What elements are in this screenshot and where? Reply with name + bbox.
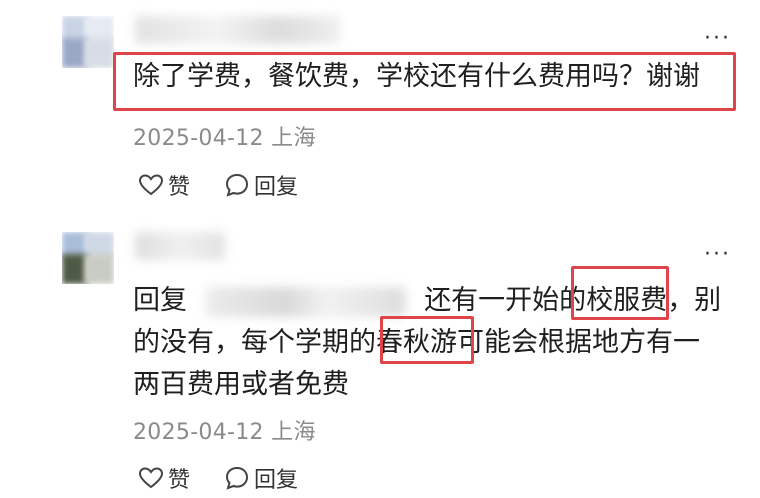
reply-label: 回复 [254, 175, 299, 200]
reply-button[interactable]: 回复 [224, 169, 298, 201]
like-button[interactable]: 赞 [138, 462, 190, 494]
speech-bubble-icon [225, 173, 249, 197]
comment-date: 2025-04-12 [133, 420, 264, 445]
comment-meta: 2025-04-12 上海 [133, 414, 316, 446]
reply-prefix: 回复 [133, 285, 187, 316]
heart-icon [138, 467, 164, 489]
mention-blurred[interactable] [205, 286, 406, 317]
like-label: 赞 [168, 468, 191, 493]
reply-label: 回复 [254, 468, 299, 493]
like-button[interactable]: 赞 [138, 169, 190, 201]
username-blurred[interactable] [135, 232, 225, 260]
highlight-box [380, 316, 474, 364]
username-blurred[interactable] [135, 16, 340, 44]
comment-meta: 2025-04-12 上海 [133, 120, 316, 152]
reply-line-3: 两百费用或者免费 [133, 369, 349, 400]
comment-location: 上海 [271, 126, 316, 151]
reply-button[interactable]: 回复 [224, 462, 298, 494]
comment-location: 上海 [271, 420, 316, 445]
more-options-button[interactable]: ··· [704, 28, 731, 50]
highlight-box [113, 52, 736, 111]
avatar[interactable] [62, 16, 114, 68]
like-label: 赞 [168, 175, 191, 200]
avatar[interactable] [62, 232, 114, 284]
comment-date: 2025-04-12 [133, 126, 264, 151]
more-options-button[interactable]: ··· [704, 244, 731, 266]
heart-icon [138, 174, 164, 196]
highlight-box [571, 266, 669, 320]
speech-bubble-icon [225, 466, 249, 490]
